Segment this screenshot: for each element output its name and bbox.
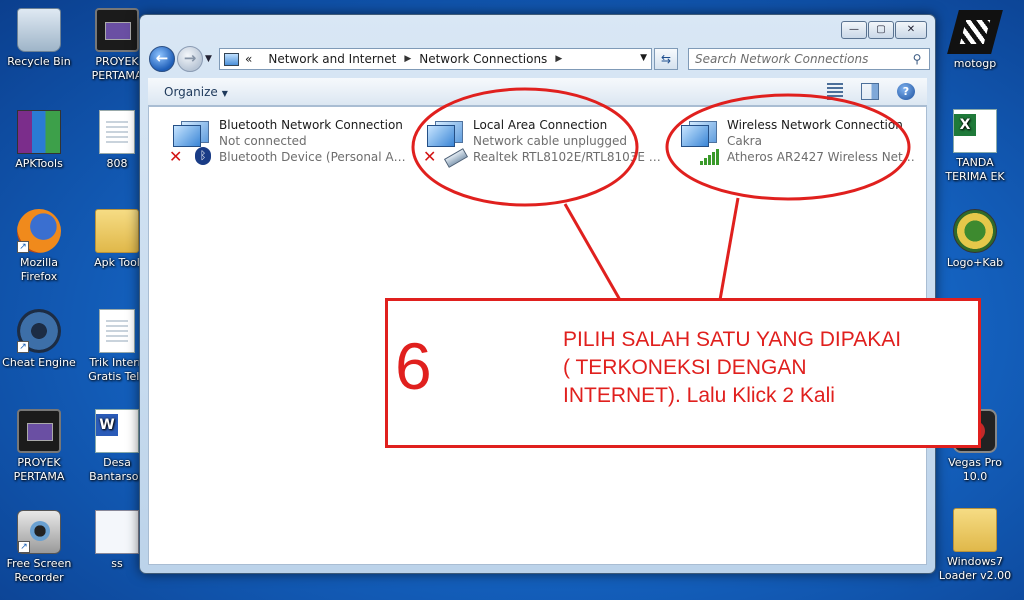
search-icon[interactable]: ⚲ bbox=[909, 52, 925, 66]
screenshot-icon bbox=[95, 510, 139, 554]
bluetooth-icon: ᛒ bbox=[195, 147, 211, 165]
connection-details: Local Area Connection Network cable unpl… bbox=[473, 117, 661, 165]
step-number: 6 bbox=[395, 329, 432, 403]
camera-icon: ↗ bbox=[17, 510, 61, 554]
folder-icon bbox=[95, 209, 139, 253]
minimize-button[interactable]: — bbox=[841, 21, 867, 39]
address-dropdown-icon[interactable]: ▼ bbox=[640, 53, 647, 63]
disconnected-x-icon: ✕ bbox=[423, 147, 437, 166]
logo-image-icon bbox=[953, 209, 997, 253]
close-button[interactable]: ✕ bbox=[895, 21, 927, 39]
chevron-right-icon[interactable]: ▶ bbox=[555, 54, 562, 64]
connection-wireless[interactable]: Wireless Network Connection Cakra Athero… bbox=[671, 117, 915, 167]
desktop-icon-motogp[interactable]: motogp bbox=[937, 10, 1013, 71]
connection-status: Cakra bbox=[727, 134, 762, 148]
desktop-icon-logo-kab[interactable]: Logo+Kab bbox=[937, 209, 1013, 270]
desktop-icon-label: Recycle Bin bbox=[7, 55, 71, 68]
desktop-icon-windows7-loader[interactable]: Windows7 Loader v2.00 bbox=[937, 508, 1013, 583]
motogp-icon bbox=[947, 10, 1003, 54]
desktop-icon-free-screen-recorder[interactable]: ↗ Free Screen Recorder bbox=[1, 510, 77, 585]
sony-vegas-project-icon bbox=[95, 8, 139, 52]
connection-bluetooth[interactable]: ✕ ᛒ Bluetooth Network Connection Not con… bbox=[163, 117, 407, 167]
desktop-icon-label: PROYEK PERTAMA bbox=[13, 456, 65, 483]
connection-status: Network cable unplugged bbox=[473, 134, 628, 148]
connection-name: Bluetooth Network Connection bbox=[219, 118, 403, 132]
organize-menu[interactable]: Organize ▼ bbox=[164, 85, 228, 99]
window-controls: — ▢ ✕ bbox=[840, 21, 927, 39]
forward-button[interactable]: → bbox=[177, 46, 203, 72]
excel-document-icon bbox=[953, 109, 997, 153]
document-icon bbox=[99, 110, 135, 154]
desktop-icon-label: Free Screen Recorder bbox=[6, 557, 72, 584]
shortcut-arrow-icon: ↗ bbox=[17, 241, 29, 253]
refresh-button[interactable]: ⇆ bbox=[654, 48, 678, 70]
desktop-icon-tanda-terima[interactable]: TANDA TERIMA EK bbox=[937, 109, 1013, 184]
desktop-icon-label: motogp bbox=[953, 57, 997, 70]
recycle-bin-icon bbox=[17, 8, 61, 52]
connection-local-area[interactable]: ✕ Local Area Connection Network cable un… bbox=[417, 117, 661, 168]
recent-pages-dropdown[interactable]: ▼ bbox=[205, 54, 212, 64]
preview-pane-icon[interactable] bbox=[861, 83, 879, 100]
connection-status: Not connected bbox=[219, 134, 307, 148]
step-instruction: PILIH SALAH SATU YANG DIPAKAI ( TERKONEK… bbox=[563, 328, 902, 407]
signal-strength-icon bbox=[699, 149, 719, 165]
desktop-icon-recycle-bin[interactable]: Recycle Bin bbox=[1, 8, 77, 69]
document-icon bbox=[99, 309, 135, 353]
bluetooth-network-icon: ✕ ᛒ bbox=[169, 119, 213, 165]
desktop-icon-cheat-engine[interactable]: ↗ Cheat Engine bbox=[1, 309, 77, 370]
folder-icon bbox=[953, 508, 997, 552]
command-bar: Organize ▼ ? bbox=[148, 78, 927, 106]
desktop-icon-label: Logo+Kab bbox=[946, 256, 1004, 269]
sony-vegas-project-icon bbox=[17, 409, 61, 453]
desktop-icon-label: Mozilla Firefox bbox=[20, 256, 58, 283]
desktop-icon-apktools[interactable]: APKTools bbox=[1, 110, 77, 171]
control-panel-icon bbox=[224, 52, 239, 66]
organize-label: Organize bbox=[164, 85, 218, 99]
shortcut-arrow-icon: ↗ bbox=[17, 341, 29, 353]
address-overflow-chevron[interactable]: « bbox=[245, 52, 252, 66]
connection-details: Wireless Network Connection Cakra Athero… bbox=[727, 117, 915, 165]
change-view-icon[interactable] bbox=[827, 83, 843, 100]
navigation-bar: ← → ▼ « Network and Internet ▶ Network C… bbox=[148, 46, 930, 72]
breadcrumb-network-connections[interactable]: Network Connections bbox=[419, 52, 547, 66]
chevron-down-icon: ▼ bbox=[221, 89, 228, 98]
winrar-archive-icon bbox=[17, 110, 61, 154]
connection-device: Realtek RTL8102E/RTL8103E Famil... bbox=[473, 150, 661, 164]
help-icon[interactable]: ? bbox=[897, 83, 915, 100]
breadcrumb-network-and-internet[interactable]: Network and Internet bbox=[268, 52, 396, 66]
connection-name: Wireless Network Connection bbox=[727, 118, 903, 132]
monitor-icon bbox=[681, 125, 709, 147]
connection-device: Bluetooth Device (Personal Area ... bbox=[219, 150, 407, 164]
address-bar[interactable]: « Network and Internet ▶ Network Connect… bbox=[219, 48, 652, 70]
chevron-right-icon[interactable]: ▶ bbox=[404, 54, 411, 64]
desktop-icon-mozilla-firefox[interactable]: ↗ Mozilla Firefox bbox=[1, 209, 77, 284]
shortcut-arrow-icon: ↗ bbox=[18, 541, 30, 553]
search-box[interactable]: ⚲ bbox=[688, 48, 930, 70]
back-button[interactable]: ← bbox=[149, 46, 175, 72]
connection-device: Atheros AR2427 Wireless Network... bbox=[727, 150, 915, 164]
desktop-icon-label: Vegas Pro 10.0 bbox=[948, 456, 1002, 483]
connection-name: Local Area Connection bbox=[473, 118, 608, 132]
maximize-button[interactable]: ▢ bbox=[868, 21, 894, 39]
desktop-icon-label: Cheat Engine bbox=[2, 356, 76, 369]
wireless-network-icon bbox=[677, 119, 721, 165]
desktop-icon-proyek-pertama-2[interactable]: PROYEK PERTAMA bbox=[1, 409, 77, 484]
cheat-engine-icon: ↗ bbox=[17, 309, 61, 353]
disconnected-x-icon: ✕ bbox=[169, 147, 183, 166]
ethernet-network-icon: ✕ bbox=[423, 119, 469, 168]
connection-details: Bluetooth Network Connection Not connect… bbox=[219, 117, 407, 165]
word-document-icon bbox=[95, 409, 139, 453]
desktop-icon-label: Windows7 Loader v2.00 bbox=[938, 555, 1012, 582]
network-connections-window: — ▢ ✕ ← → ▼ « Network and Internet ▶ Net… bbox=[139, 14, 936, 574]
firefox-icon: ↗ bbox=[17, 209, 61, 253]
network-cable-icon bbox=[443, 148, 469, 168]
desktop-icon-label: APKTools bbox=[15, 157, 63, 170]
monitor-icon bbox=[173, 125, 201, 147]
monitor-icon bbox=[427, 125, 455, 147]
toolbar-icons: ? bbox=[809, 83, 915, 100]
desktop-icon-label: TANDA TERIMA EK bbox=[945, 156, 1005, 183]
search-input[interactable] bbox=[689, 52, 909, 66]
